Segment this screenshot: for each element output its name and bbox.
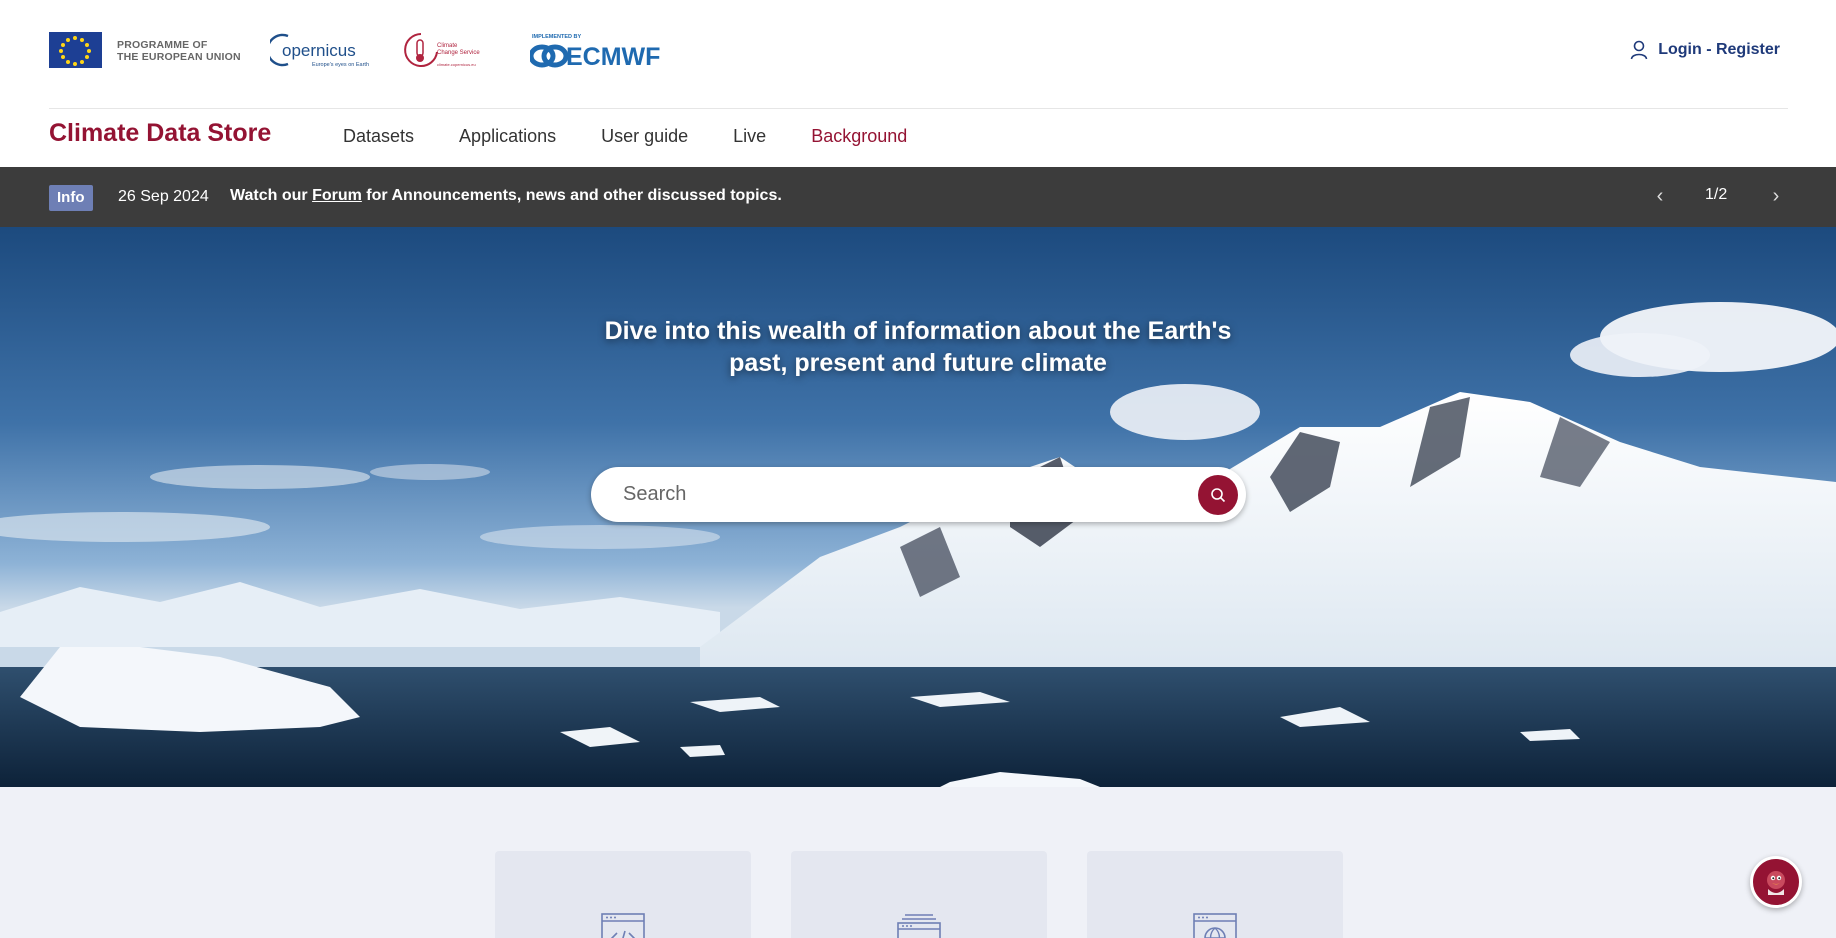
svg-text:ECMWF: ECMWF — [566, 43, 660, 70]
search-button[interactable] — [1198, 475, 1238, 515]
duck-mascot-icon — [1767, 871, 1785, 895]
stacked-windows-icon — [897, 914, 941, 938]
info-pagination: 1/2 — [1705, 186, 1728, 203]
hero-section: Dive into this wealth of information abo… — [0, 227, 1836, 787]
feature-card[interactable] — [495, 851, 751, 938]
login-register-link[interactable]: Login - Register — [1630, 40, 1780, 60]
search-icon — [1211, 488, 1226, 503]
login-register-label: Login - Register — [1658, 41, 1780, 58]
copernicus-logo[interactable]: opernicus Europe's eyes on Earth — [270, 30, 370, 70]
search-input[interactable] — [623, 467, 1163, 522]
globe-window-icon — [1193, 913, 1237, 938]
nav-item-background[interactable]: Background — [811, 126, 907, 147]
chevron-left-icon[interactable]: ‹ — [1650, 181, 1670, 211]
nav-item-datasets[interactable]: Datasets — [343, 126, 414, 147]
nav-menu: Datasets Applications User guide Live Ba… — [343, 126, 952, 147]
nav-item-applications[interactable]: Applications — [459, 126, 556, 147]
svg-text:climate.copernicus.eu: climate.copernicus.eu — [437, 62, 476, 67]
eu-flag-logo[interactable] — [49, 32, 102, 68]
feature-cards-section — [0, 787, 1836, 938]
eu-programme-text: PROGRAMME OF THE EUROPEAN UNION — [117, 39, 241, 63]
svg-text:Climate: Climate — [437, 43, 458, 49]
forum-link[interactable]: Forum — [312, 187, 362, 204]
feature-card[interactable] — [1087, 851, 1343, 938]
main-navbar: Climate Data Store Datasets Applications… — [0, 109, 1836, 167]
user-icon — [1630, 40, 1648, 60]
svg-text:Europe's eyes on Earth: Europe's eyes on Earth — [312, 62, 369, 68]
info-banner: Info 26 Sep 2024 Watch our Forum for Ann… — [0, 167, 1836, 227]
top-header: PROGRAMME OF THE EUROPEAN UNION opernicu… — [0, 0, 1836, 108]
svg-text:IMPLEMENTED BY: IMPLEMENTED BY — [532, 34, 582, 40]
svg-text:Change Service: Change Service — [437, 50, 480, 56]
nav-item-live[interactable]: Live — [733, 126, 766, 147]
info-badge: Info — [49, 185, 93, 211]
svg-text:opernicus: opernicus — [282, 41, 356, 60]
chevron-right-icon[interactable]: › — [1766, 181, 1786, 211]
site-brand[interactable]: Climate Data Store — [49, 119, 271, 148]
info-message: Watch our Forum for Announcements, news … — [230, 187, 782, 204]
hero-title: Dive into this wealth of information abo… — [604, 317, 1232, 377]
chatbot-button[interactable] — [1750, 856, 1802, 908]
search-bar — [591, 467, 1246, 522]
feature-card[interactable] — [791, 851, 1047, 938]
ecmwf-logo[interactable]: IMPLEMENTED BY ECMWF — [530, 32, 675, 70]
climate-change-service-logo[interactable]: Climate Change Service climate.copernicu… — [403, 30, 495, 70]
code-window-icon — [601, 913, 645, 938]
nav-item-user-guide[interactable]: User guide — [601, 126, 688, 147]
info-date: 26 Sep 2024 — [118, 188, 209, 205]
